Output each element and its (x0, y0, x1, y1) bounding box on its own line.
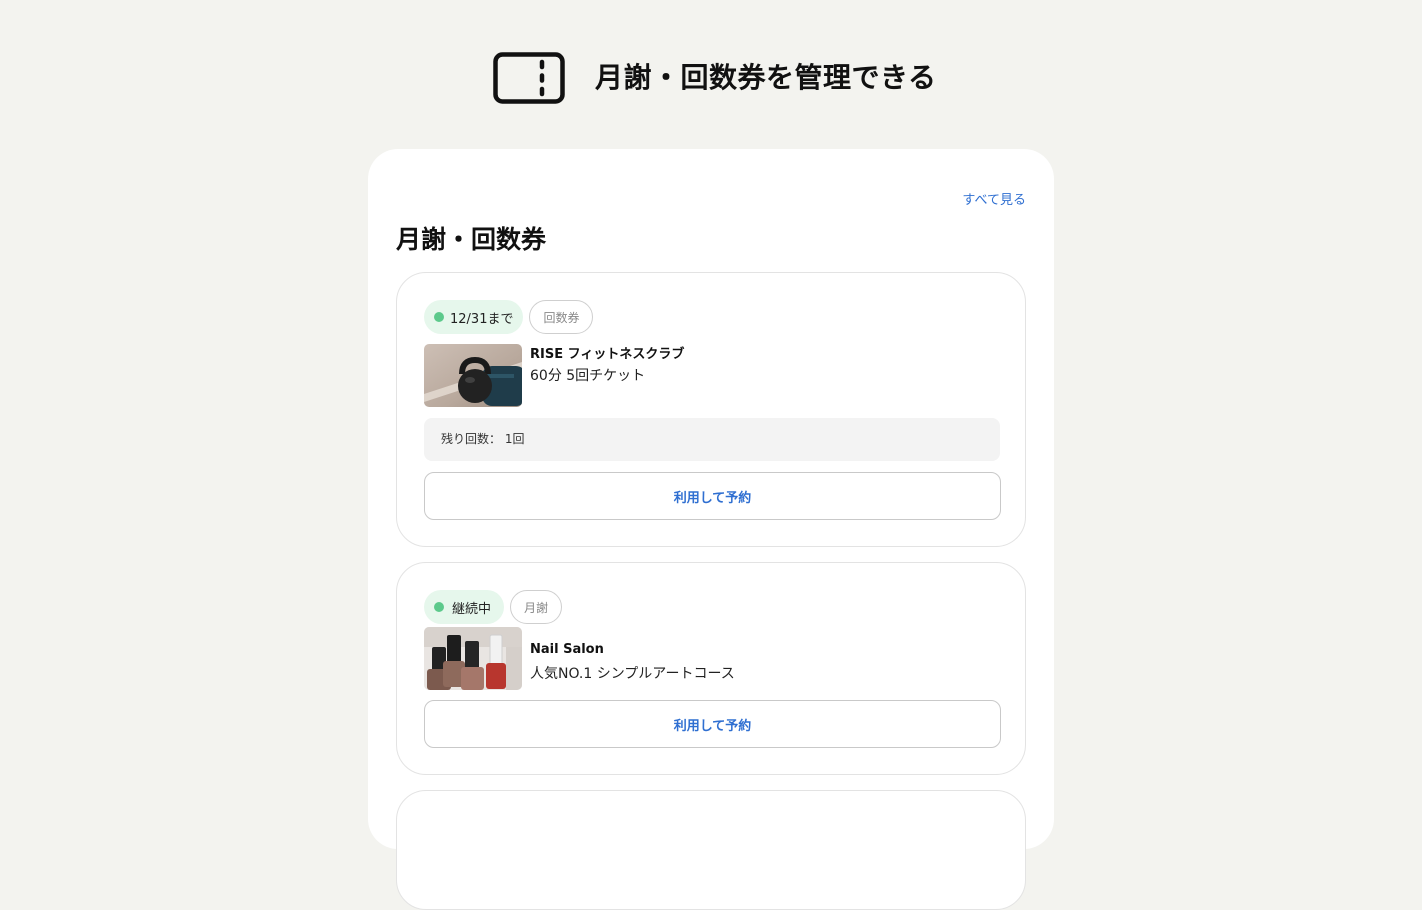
ticket-card: 12/31まで 回数券 RISE フィットネスクラブ 60分 5回チケット 残り… (396, 272, 1026, 547)
feature-title: 月謝・回数券を管理できる (595, 61, 937, 94)
nail-polish-photo (424, 627, 522, 690)
type-badge: 回数券 (529, 300, 594, 334)
status-badge: 継続中 (424, 590, 505, 624)
ticket-card: 継続中 月謝 Nail Salon 人気NO.1 シンプルアートコース 利用して… (396, 562, 1026, 775)
type-badge: 月謝 (510, 590, 563, 624)
card-tags: 12/31まで 回数券 (424, 300, 594, 334)
status-dot-icon (434, 602, 444, 612)
feature-header: 月謝・回数券を管理できる (0, 0, 1422, 150)
status-badge: 12/31まで (424, 300, 524, 334)
section-title: 月謝・回数券 (396, 225, 547, 254)
tickets-panel: すべて見る 月謝・回数券 12/31まで 回数券 RISE フィットネスクラブ … (368, 149, 1054, 910)
ticket-card (396, 790, 1026, 910)
see-all-link[interactable]: すべて見る (962, 189, 1026, 208)
status-label: 継続中 (452, 601, 492, 617)
plan-name: 60分 5回チケット (530, 368, 646, 384)
shop-name: Nail Salon (530, 642, 604, 657)
card-tags: 継続中 月謝 (424, 590, 563, 624)
ticket-icon (493, 52, 565, 104)
remaining-count: 残り回数： 1回 (424, 418, 1000, 461)
shop-name: RISE フィットネスクラブ (530, 347, 685, 362)
status-label: 12/31まで (450, 311, 514, 327)
reserve-button[interactable]: 利用して予約 (424, 472, 1001, 520)
kettlebell-photo (424, 344, 522, 407)
status-dot-icon (434, 312, 444, 322)
reserve-button[interactable]: 利用して予約 (424, 700, 1001, 748)
plan-name: 人気NO.1 シンプルアートコース (530, 666, 735, 682)
